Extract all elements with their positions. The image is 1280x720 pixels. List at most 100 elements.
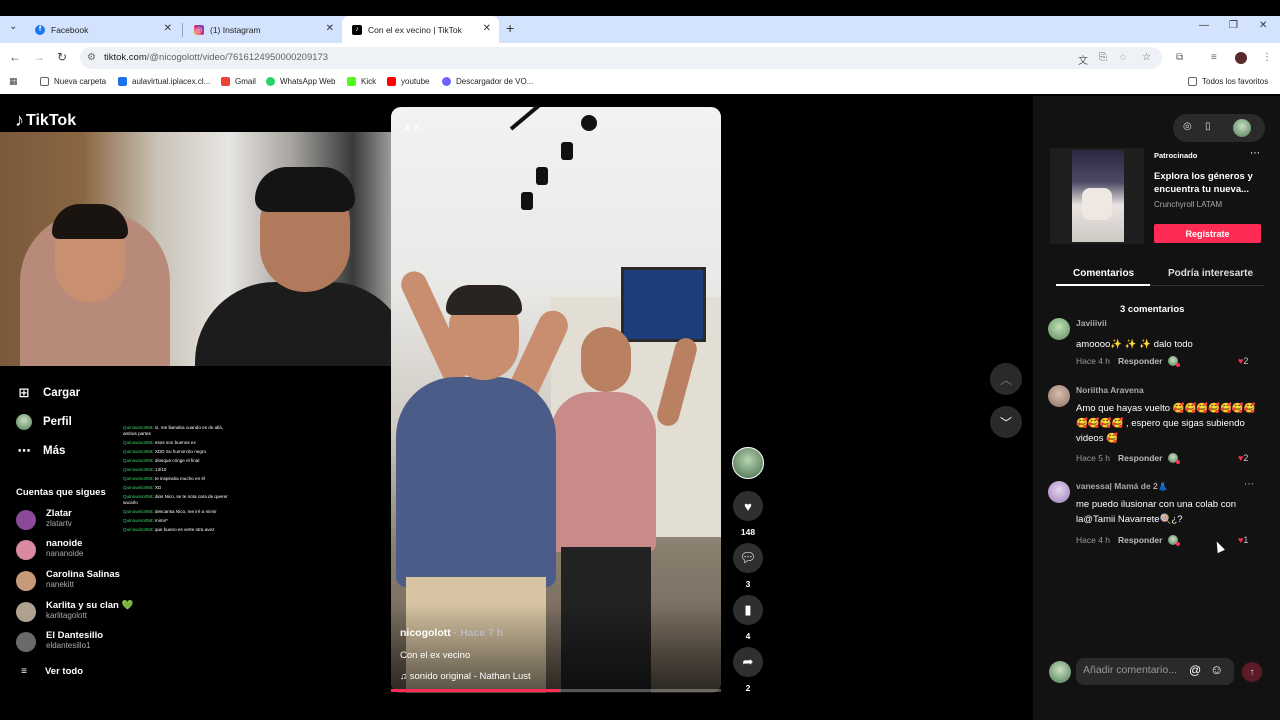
ad-signup-button[interactable]: Regístrate [1154, 224, 1261, 243]
reply-button[interactable]: Responder [1118, 453, 1162, 463]
compass-icon[interactable]: ◎ [1183, 121, 1192, 132]
ad-image[interactable] [1050, 148, 1144, 244]
account-username: karlitagolott [46, 611, 87, 620]
comment-like[interactable]: ♥2 [1238, 453, 1248, 463]
tab-comments[interactable]: Comentarios [1073, 268, 1134, 279]
avatar[interactable] [1048, 481, 1070, 503]
facebook-icon: f [35, 24, 45, 35]
close-window-button[interactable]: ✕ [1259, 20, 1267, 31]
reload-icon[interactable]: ↻ [57, 50, 67, 64]
media-icon[interactable]: ≡ [1211, 52, 1217, 63]
bookmark-item[interactable]: youtube [387, 77, 429, 86]
folder-icon [1188, 77, 1197, 86]
nav-label: Perfil [43, 416, 72, 428]
current-user-avatar [1049, 661, 1071, 683]
comment-user[interactable]: Noriitha Aravena [1076, 385, 1144, 395]
account-name: nanoide [46, 538, 83, 549]
site-info-icon[interactable]: ⚙ [87, 52, 96, 63]
install-icon[interactable]: ⎘ [1099, 52, 1107, 63]
bookmark-label: Descargador de VO... [456, 77, 534, 86]
active-tab-indicator [1056, 284, 1150, 286]
avatar [16, 632, 36, 652]
see-all-button[interactable]: ≡ Ver todo [16, 666, 83, 677]
avatar[interactable] [1048, 318, 1070, 340]
reply-button[interactable]: Responder [1118, 356, 1162, 366]
maximize-button[interactable]: ❐ [1229, 20, 1238, 31]
followed-account[interactable]: Carolina Salinas nanekitt [16, 569, 216, 593]
video-progress-bar[interactable] [391, 689, 721, 692]
eye-off-icon[interactable]: ◌ [1120, 52, 1126, 63]
extensions-icon[interactable]: ⧉ [1176, 52, 1183, 63]
forward-icon[interactable]: → [33, 50, 45, 64]
phone-icon[interactable]: ▯ [1205, 121, 1211, 132]
back-icon[interactable]: ← [9, 50, 21, 64]
profile-avatar[interactable] [1235, 52, 1247, 64]
mention-icon[interactable]: @ [1189, 663, 1201, 677]
minimize-button[interactable]: — [1199, 20, 1209, 31]
bookmark-item[interactable]: WhatsApp Web [266, 77, 335, 86]
apps-icon[interactable]: ▦ [9, 76, 18, 87]
mute-icon[interactable]: 🔇︎✕ [405, 121, 421, 135]
avatar[interactable] [1048, 385, 1070, 407]
nav-more[interactable]: ⋯ Más [16, 443, 66, 459]
bookmark-item[interactable]: Descargador de VO... [442, 77, 533, 86]
translate-icon[interactable]: 文 [1078, 52, 1088, 67]
ad-more-icon[interactable]: ⋯ [1250, 148, 1260, 159]
creator-liked-avatar [1168, 535, 1181, 546]
share-button[interactable]: ➦ [733, 647, 763, 677]
bookmark-item[interactable]: Gmail [221, 77, 256, 86]
tab-instagram[interactable]: ◎ (1) Instagram ✕ [184, 16, 342, 43]
comment-user[interactable]: Javiiivii [1076, 318, 1107, 328]
emoji-icon[interactable]: ☺ [1210, 662, 1223, 677]
new-tab-button[interactable]: + [506, 20, 514, 36]
bookmark-item[interactable]: aulavirtual.iplacex.cl... [118, 77, 210, 86]
video-description: Con el ex vecino [400, 650, 471, 661]
bookmark-label: Kick [361, 77, 377, 86]
video-sound[interactable]: ♫ sonido original - Nathan Lust [400, 671, 531, 682]
nav-profile[interactable]: Perfil [16, 414, 72, 430]
music-note-icon: ♫ [400, 671, 410, 682]
followed-account[interactable]: nanoide nananoide [16, 538, 216, 562]
account-username: zlatartv [46, 519, 72, 528]
tab-tiktok[interactable]: ♪ Con el ex vecino | TikTok ✕ [342, 16, 499, 43]
user-avatar[interactable] [1233, 119, 1251, 137]
close-tab-icon[interactable]: ✕ [164, 23, 172, 34]
nav-upload[interactable]: ⊞ Cargar [16, 385, 81, 401]
creator-avatar[interactable] [732, 447, 764, 479]
ad-title[interactable]: Explora los géneros y encuentra tu nueva… [1154, 170, 1254, 196]
star-icon[interactable]: ☆ [1142, 52, 1151, 63]
comment-button[interactable]: 💬︎ [733, 543, 763, 573]
comment-like[interactable]: ♥1 [1238, 535, 1248, 545]
like-button[interactable]: ♥ [733, 491, 763, 521]
previous-video-button[interactable]: ︿ [990, 363, 1022, 395]
tab-related[interactable]: Podría interesarte [1168, 268, 1253, 279]
followed-account[interactable]: El Dantesillo eldantesillo1 [16, 630, 216, 654]
comment-like[interactable]: ♥2 [1238, 356, 1248, 366]
url-text[interactable]: tiktok.com/@nicogolott/video/76161249500… [104, 52, 328, 63]
menu-icon[interactable]: ⋮ [1262, 52, 1272, 63]
video-author[interactable]: nicogolott · Hace 7 h [400, 627, 503, 639]
close-tab-icon[interactable]: ✕ [326, 23, 334, 34]
next-video-button[interactable]: ﹀ [990, 406, 1022, 438]
tiktok-logo[interactable]: ♪ TikTok [15, 110, 76, 131]
arrow-up-icon: ↑ [1249, 666, 1255, 678]
followed-account[interactable]: Karlita y su clan 💚 karlitagolott [16, 600, 216, 624]
close-tab-icon[interactable]: ✕ [483, 23, 491, 34]
chat-line: Quinowino056: XDD Su humorcito negro [123, 448, 206, 454]
all-bookmarks[interactable]: Todos los favoritos [1188, 77, 1268, 86]
send-button[interactable]: ↑ [1242, 662, 1262, 682]
save-button[interactable]: ▮ [733, 595, 763, 625]
bookmark-item[interactable]: Kick [347, 77, 376, 86]
plus-square-icon: ⊞ [18, 385, 30, 400]
tab-search-icon[interactable]: ⌄ [9, 21, 17, 32]
reply-button[interactable]: Responder [1118, 535, 1162, 545]
comment-time: Hace 5 h [1076, 453, 1111, 463]
comment-more-icon[interactable]: ⋯ [1244, 479, 1254, 490]
aula-icon [118, 77, 127, 86]
tab-facebook[interactable]: f Facebook ✕ [25, 16, 180, 43]
comment-user[interactable]: vanessa| Mamá de 2👗 [1076, 481, 1168, 492]
chat-line: Quinowino056: que bueno es verte otra av… [123, 527, 215, 533]
bookmark-item[interactable]: Nueva carpeta [40, 77, 106, 86]
whatsapp-icon [266, 77, 275, 86]
video-player[interactable] [391, 107, 721, 693]
